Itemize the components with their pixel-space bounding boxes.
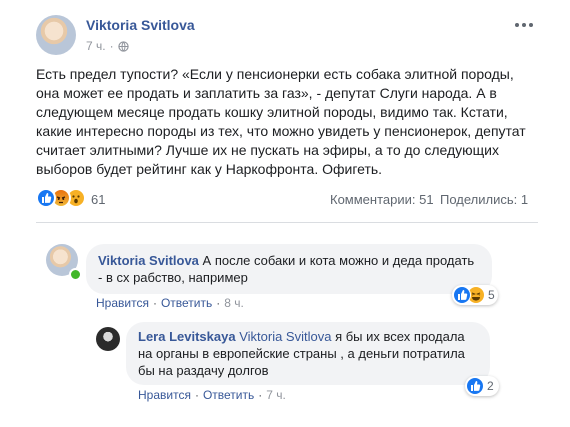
post-author-avatar[interactable] bbox=[36, 15, 76, 55]
reply-actions: Нравится · Ответить · 7 ч. bbox=[138, 388, 286, 402]
comment-reaction-chip[interactable]: 5 bbox=[452, 285, 498, 305]
comment-actions: Нравится · Ответить · 8 ч. bbox=[96, 296, 244, 310]
reply-reaction-count: 2 bbox=[487, 379, 494, 393]
comment-reaction-count: 5 bbox=[488, 288, 495, 302]
post-text: Есть предел тупости? «Если у пенсионерки… bbox=[36, 66, 526, 177]
like-reaction-icon bbox=[453, 286, 471, 304]
reply-reaction-chip[interactable]: 2 bbox=[465, 376, 499, 396]
reply-time[interactable]: 7 ч. bbox=[266, 388, 286, 402]
reply-author-avatar[interactable] bbox=[96, 327, 120, 351]
reactions-count[interactable]: 61 bbox=[91, 192, 105, 207]
comments-count[interactable]: Комментарии: 51 bbox=[330, 192, 434, 207]
more-dots-icon[interactable] bbox=[512, 13, 536, 37]
comment-author-name[interactable]: Viktoria Svitlova bbox=[98, 253, 199, 268]
reply-button[interactable]: Ответить bbox=[203, 388, 254, 402]
post-meta: 7 ч. · bbox=[86, 39, 129, 53]
action-separator: · bbox=[152, 296, 157, 310]
post-time[interactable]: 7 ч. bbox=[86, 39, 106, 53]
comment-bubble: Viktoria Svitlova А после собаки и кота … bbox=[86, 244, 492, 294]
like-button[interactable]: Нравится bbox=[96, 296, 149, 310]
action-separator: · bbox=[216, 296, 221, 310]
globe-icon[interactable] bbox=[117, 40, 129, 52]
reply-button[interactable]: Ответить bbox=[161, 296, 212, 310]
action-separator: · bbox=[258, 388, 263, 402]
reply-bubble: Lera Levitskaya Viktoria Svitlova я бы и… bbox=[126, 322, 490, 385]
divider bbox=[36, 222, 538, 223]
comment-time[interactable]: 8 ч. bbox=[224, 296, 244, 310]
shares-count[interactable]: Поделились: 1 bbox=[440, 192, 528, 207]
online-status-dot bbox=[69, 268, 82, 281]
action-separator: · bbox=[194, 388, 199, 402]
meta-separator: · bbox=[109, 39, 114, 53]
like-button[interactable]: Нравится bbox=[138, 388, 191, 402]
reply-author-name[interactable]: Lera Levitskaya bbox=[138, 329, 236, 344]
like-reaction-icon bbox=[36, 188, 56, 208]
like-reaction-icon bbox=[466, 377, 484, 395]
post-author-name[interactable]: Viktoria Svitlova bbox=[86, 17, 195, 33]
reply-mention[interactable]: Viktoria Svitlova bbox=[239, 329, 331, 344]
